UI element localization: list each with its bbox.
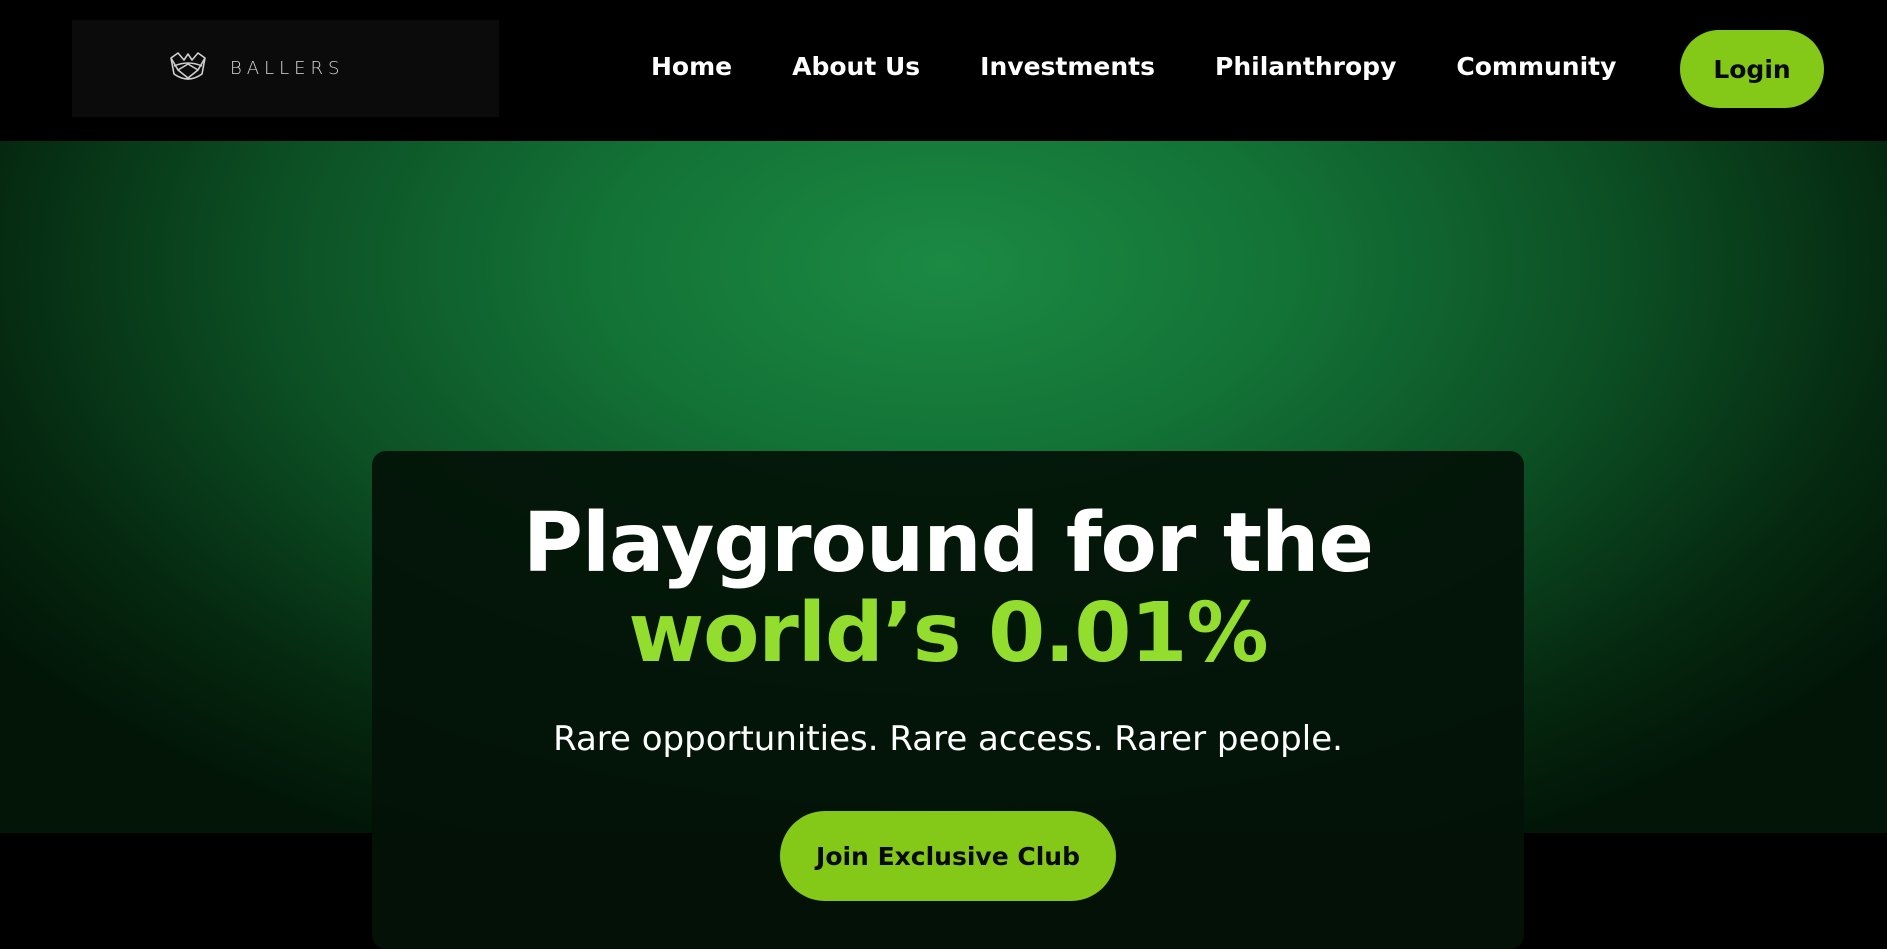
brand-logo[interactable]: BALLERS — [72, 20, 499, 117]
hero-headline-line2: world’s 0.01% — [628, 586, 1268, 681]
hero-subtitle: Rare opportunities. Rare access. Rarer p… — [553, 719, 1343, 759]
nav-item-community[interactable]: Community — [1456, 52, 1616, 81]
join-club-button[interactable]: Join Exclusive Club — [780, 811, 1116, 901]
hero-section: Playground for the world’s 0.01% Rare op… — [0, 141, 1887, 949]
hero-headline-line1: Playground for the — [522, 496, 1374, 591]
nav-item-home[interactable]: Home — [651, 52, 732, 81]
top-navbar: BALLERS Home About Us Investments Philan… — [0, 0, 1887, 141]
brand-name: BALLERS — [230, 58, 345, 79]
nav-item-about-us[interactable]: About Us — [792, 52, 920, 81]
nav-item-investments[interactable]: Investments — [980, 52, 1155, 81]
login-button[interactable]: Login — [1680, 30, 1824, 108]
nav-item-philanthropy[interactable]: Philanthropy — [1215, 52, 1396, 81]
hero-card: Playground for the world’s 0.01% Rare op… — [372, 451, 1524, 949]
main-nav: Home About Us Investments Philanthropy C… — [651, 52, 1616, 81]
crown-mask-icon — [170, 52, 206, 80]
